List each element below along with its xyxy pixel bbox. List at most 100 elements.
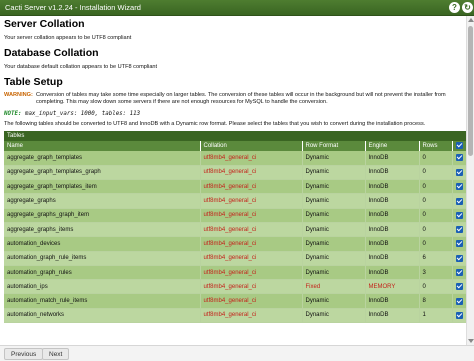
table-row[interactable]: aggregate_graph_templates utf8mb4_general…	[4, 151, 467, 166]
row-format-cell: Dynamic	[302, 222, 366, 238]
checkbox-checked-icon	[455, 268, 463, 276]
table-setup-heading: Table Setup	[4, 76, 63, 88]
table-name-cell: aggregate_graph_templates_item	[4, 179, 201, 195]
engine-cell: InnoDB	[365, 293, 420, 309]
column-name-header[interactable]: Name	[4, 141, 201, 151]
table-row[interactable]: aggregate_graph_templates_graph utf8mb4_g…	[4, 165, 467, 181]
checkbox-icon	[455, 142, 463, 150]
table-row[interactable]: automation_ips utf8mb4_general_ci Fixed MEM…	[4, 279, 467, 295]
database-collation-text: Your database default collation appears …	[4, 64, 158, 70]
row-select-checkbox[interactable]	[452, 236, 467, 252]
column-engine-header[interactable]: Engine	[365, 141, 420, 151]
row-select-checkbox[interactable]	[452, 293, 467, 309]
scroll-down-arrow-icon[interactable]	[468, 339, 474, 343]
engine-cell: InnoDB	[365, 265, 420, 281]
window-titlebar: Cacti Server v1.2.24 - Installation Wiza…	[0, 0, 474, 16]
column-rows-header[interactable]: Rows	[419, 141, 453, 151]
table-row[interactable]: aggregate_graphs_items utf8mb4_general_ci…	[4, 222, 467, 238]
collation-cell: utf8mb4_general_ci	[200, 208, 303, 223]
table-row[interactable]: automation_networks utf8mb4_general_ci Dyn…	[4, 308, 467, 324]
scroll-thumb[interactable]	[468, 26, 473, 156]
row-select-checkbox[interactable]	[452, 193, 467, 209]
rows-cell: 1	[419, 308, 453, 324]
rows-cell: 0	[419, 179, 453, 195]
row-select-checkbox[interactable]	[452, 222, 467, 238]
row-format-cell: Dynamic	[302, 265, 366, 281]
help-icon[interactable]: ?	[449, 2, 460, 13]
row-format-cell: Fixed	[302, 279, 366, 295]
row-format-cell: Dynamic	[302, 165, 366, 181]
checkbox-checked-icon	[455, 154, 463, 162]
row-format-cell: Dynamic	[302, 251, 366, 266]
table-name-cell: automation_graph_rules	[4, 265, 201, 281]
checkbox-checked-icon	[455, 254, 463, 262]
rows-cell: 0	[419, 193, 453, 209]
warning-text: Conversion of tables may take some time …	[36, 92, 446, 105]
vertical-scrollbar[interactable]	[466, 16, 474, 345]
note-text: max_input_vars: 1000, tables: 113	[24, 111, 141, 117]
table-name-cell: automation_match_rule_items	[4, 293, 201, 309]
engine-cell: InnoDB	[365, 251, 420, 266]
row-select-checkbox[interactable]	[452, 208, 467, 223]
row-select-checkbox[interactable]	[452, 151, 467, 166]
table-name-cell: aggregate_graph_templates_graph	[4, 165, 201, 181]
collation-cell: utf8mb4_general_ci	[200, 279, 303, 295]
table-row[interactable]: automation_graph_rule_items utf8mb4_gener…	[4, 251, 467, 266]
rows-cell: 0	[419, 208, 453, 223]
note-label: NOTE:	[4, 111, 22, 117]
table-name-cell: aggregate_graph_templates	[4, 151, 201, 166]
engine-cell: InnoDB	[365, 179, 420, 195]
rows-cell: 0	[419, 222, 453, 238]
table-row[interactable]: automation_graph_rules utf8mb4_general_ci…	[4, 265, 467, 281]
row-select-checkbox[interactable]	[452, 265, 467, 281]
collation-cell: utf8mb4_general_ci	[200, 179, 303, 195]
table-name-cell: automation_ips	[4, 279, 201, 295]
collation-cell: utf8mb4_general_ci	[200, 251, 303, 266]
column-collation-header[interactable]: Collation	[200, 141, 303, 151]
collation-cell: utf8mb4_general_ci	[200, 308, 303, 324]
table-row[interactable]: aggregate_graphs_graph_item utf8mb4_gener…	[4, 208, 467, 223]
rows-cell: 8	[419, 293, 453, 309]
select-all-checkbox[interactable]	[452, 141, 467, 151]
table-row[interactable]: automation_match_rule_items utf8mb4_gener…	[4, 293, 467, 309]
row-format-cell: Dynamic	[302, 151, 366, 166]
column-row-format-header[interactable]: Row Format	[302, 141, 366, 151]
scroll-up-arrow-icon[interactable]	[468, 18, 474, 22]
database-collation-heading: Database Collation	[4, 47, 99, 59]
note-line: NOTE: max_input_vars: 1000, tables: 113	[4, 111, 460, 117]
table-setup-description: The following tables should be converted…	[4, 121, 426, 127]
engine-cell: MEMORY	[365, 279, 420, 295]
row-select-checkbox[interactable]	[452, 279, 467, 295]
table-name-cell: automation_devices	[4, 236, 201, 252]
refresh-icon[interactable]: ↻	[462, 2, 473, 13]
server-collation-text: Your server collation appears to be UTF8…	[4, 35, 132, 41]
window-title: Cacti Server v1.2.24 - Installation Wiza…	[5, 3, 141, 12]
table-row[interactable]: automation_devices utf8mb4_general_ci Dyna…	[4, 236, 467, 252]
row-select-checkbox[interactable]	[452, 251, 467, 266]
row-select-checkbox[interactable]	[452, 308, 467, 324]
row-format-cell: Dynamic	[302, 293, 366, 309]
collation-cell: utf8mb4_general_ci	[200, 151, 303, 166]
row-select-checkbox[interactable]	[452, 165, 467, 181]
rows-cell: 0	[419, 279, 453, 295]
engine-cell: InnoDB	[365, 208, 420, 223]
warning-label: WARNING:	[4, 92, 33, 98]
rows-cell: 6	[419, 251, 453, 266]
checkbox-checked-icon	[455, 168, 463, 176]
rows-cell: 0	[419, 151, 453, 166]
row-format-cell: Dynamic	[302, 193, 366, 209]
checkbox-checked-icon	[455, 240, 463, 248]
table-row[interactable]: aggregate_graph_templates_item utf8mb4_ge…	[4, 179, 467, 195]
next-button[interactable]: Next	[42, 348, 70, 360]
previous-button[interactable]: Previous	[4, 348, 44, 360]
checkbox-checked-icon	[455, 297, 463, 305]
table-row[interactable]: aggregate_graphs utf8mb4_general_ci Dynami…	[4, 193, 467, 209]
engine-cell: InnoDB	[365, 151, 420, 166]
row-select-checkbox[interactable]	[452, 179, 467, 195]
collation-cell: utf8mb4_general_ci	[200, 236, 303, 252]
checkbox-checked-icon	[455, 226, 463, 234]
engine-cell: InnoDB	[365, 308, 420, 324]
tables-table: Name Collation Row Format Engine Rows ag…	[4, 141, 467, 324]
collation-cell: utf8mb4_general_ci	[200, 165, 303, 181]
table-header-row: Name Collation Row Format Engine Rows	[4, 141, 467, 151]
